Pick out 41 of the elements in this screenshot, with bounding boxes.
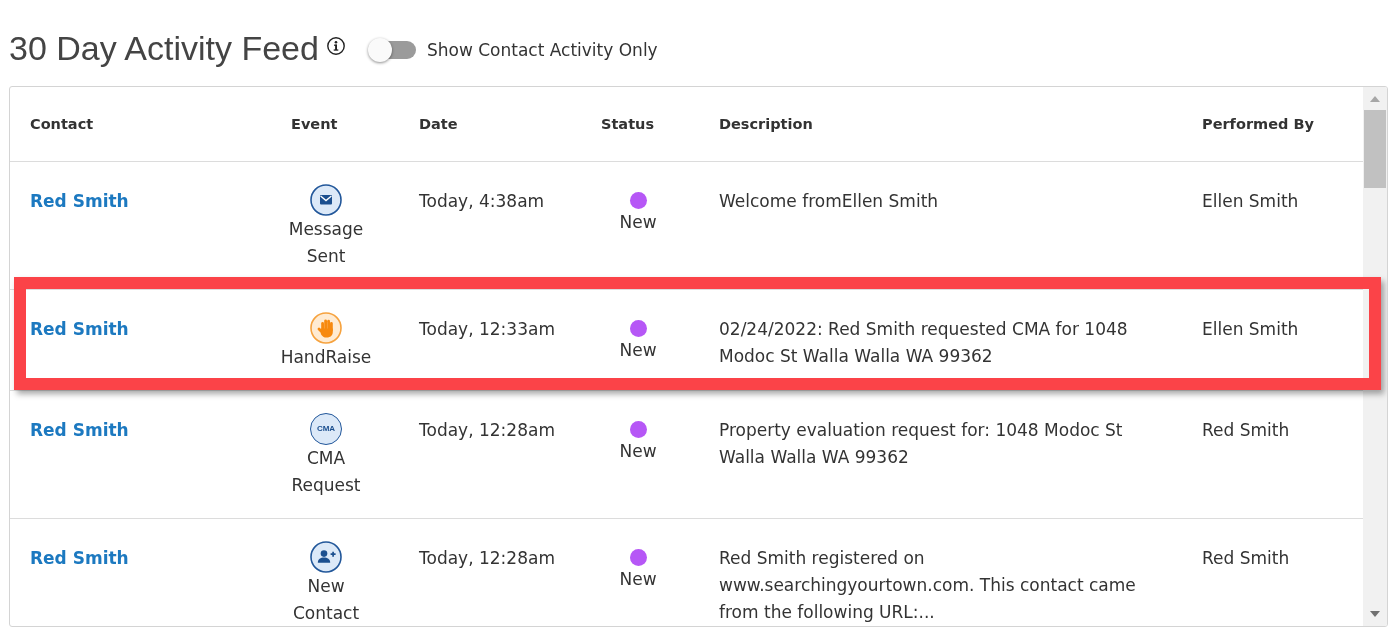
performed-by-text: Red Smith xyxy=(1202,548,1290,568)
status-label: New xyxy=(619,568,657,591)
date-text: Today, 12:28am xyxy=(419,548,555,568)
performed-by-text: Ellen Smith xyxy=(1202,319,1299,339)
description-text: Welcome fromEllen Smith xyxy=(719,190,940,213)
user-plus-icon xyxy=(310,541,342,573)
event-label: HandRaise xyxy=(280,346,372,369)
contact-link[interactable]: Red Smith xyxy=(30,420,129,440)
description-text: Red Smith registered on www.searchingyourtown.com. This contact came from the following URL:... xyxy=(719,547,1137,624)
column-header: Description xyxy=(719,116,813,132)
description-text: Property evaluation request for: 1048 Modoc St Walla Walla WA 99362 xyxy=(719,419,1124,469)
column-header: Status xyxy=(601,116,655,132)
toggle-label: Show Contact Activity Only xyxy=(426,40,658,60)
hand-icon xyxy=(310,312,342,344)
envelope-icon xyxy=(310,184,342,216)
toggle-switch[interactable] xyxy=(367,38,416,62)
status-label: New xyxy=(619,211,657,234)
contact-link[interactable]: Red Smith xyxy=(30,319,129,339)
description-text: 02/24/2022: Red Smith requested CMA for 1048 Modoc St Walla Walla WA 99362 xyxy=(719,318,1129,368)
column-header: Event xyxy=(291,116,338,132)
cma-badge: CMA xyxy=(310,413,342,445)
status-label: New xyxy=(619,339,657,362)
performed-by-text: Ellen Smith xyxy=(1202,191,1299,211)
column-header: Performed By xyxy=(1202,116,1314,132)
event-label: Message Sent xyxy=(287,218,365,268)
info-icon[interactable] xyxy=(326,37,345,55)
page-title: 30 Day Activity Feed xyxy=(9,28,319,68)
status-label: New xyxy=(619,440,657,463)
event-label: CMA Request xyxy=(290,447,362,497)
column-header: Date xyxy=(419,116,458,132)
contact-link[interactable]: Red Smith xyxy=(30,191,129,211)
scrollbar-thumb[interactable] xyxy=(1364,110,1386,188)
date-text: Today, 12:28am xyxy=(419,420,555,440)
contact-link[interactable]: Red Smith xyxy=(30,548,129,568)
performed-by-text: Red Smith xyxy=(1202,420,1290,440)
scroll-down-arrow-icon[interactable] xyxy=(1370,611,1380,617)
scroll-up-arrow-icon[interactable] xyxy=(1370,96,1380,102)
event-label: New Contact xyxy=(291,575,361,625)
column-header: Contact xyxy=(30,116,94,132)
date-text: Today, 12:33am xyxy=(419,319,555,339)
date-text: Today, 4:38am xyxy=(419,191,545,211)
